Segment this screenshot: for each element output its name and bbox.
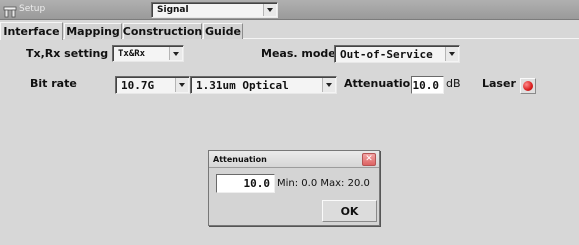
chevron-down-icon[interactable] xyxy=(445,47,458,61)
tool-icon xyxy=(3,3,17,18)
window-title: Setup xyxy=(19,4,46,14)
attenuation-input[interactable]: 10.0 xyxy=(411,76,444,94)
attenuation-unit: dB xyxy=(446,77,461,90)
optical-interface-value: 1.31um Optical xyxy=(196,78,289,92)
laser-label: Laser xyxy=(482,77,516,90)
attenuation-range-text: Min: 0.0 Max: 20.0 xyxy=(277,178,370,189)
chevron-down-icon[interactable] xyxy=(322,78,335,92)
meas-mode-value: Out-of-Service xyxy=(340,47,433,61)
tab-interface[interactable]: Interface xyxy=(0,22,63,40)
txrx-setting-label: Tx,Rx setting xyxy=(26,47,109,60)
laser-toggle[interactable] xyxy=(520,78,536,94)
tab-construction[interactable]: Construction xyxy=(123,23,202,39)
attenuation-dialog-input[interactable]: 10.0 xyxy=(216,174,275,193)
meas-mode-label: Meas. mode xyxy=(261,47,336,60)
view-selector-dropdown[interactable]: Signal xyxy=(151,2,278,18)
attenuation-dialog: Attenuation ✕ 10.0 Min: 0.0 Max: 20.0 OK xyxy=(208,150,380,226)
view-selector-value: Signal xyxy=(157,5,189,15)
chevron-down-icon[interactable] xyxy=(263,4,276,16)
dialog-title: Attenuation xyxy=(213,155,267,164)
tab-bar: Interface Mapping Construction Guide xyxy=(0,22,579,40)
meas-mode-dropdown[interactable]: Out-of-Service xyxy=(334,45,460,63)
led-indicator-icon xyxy=(523,81,533,91)
attenuation-label: Attenuation xyxy=(344,77,418,90)
dialog-title-bar: Attenuation ✕ xyxy=(209,151,379,168)
bit-rate-value: 10.7G xyxy=(121,78,155,92)
chevron-down-icon[interactable] xyxy=(169,47,182,60)
tab-guide[interactable]: Guide xyxy=(203,23,243,39)
bit-rate-dropdown[interactable]: 10.7G xyxy=(115,76,190,94)
title-bar: Setup Signal xyxy=(0,0,579,20)
chevron-down-icon[interactable] xyxy=(175,78,188,92)
txrx-setting-dropdown[interactable]: Tx&Rx xyxy=(112,45,184,62)
ok-button[interactable]: OK xyxy=(322,200,377,222)
bit-rate-label: Bit rate xyxy=(30,77,77,90)
tab-mapping[interactable]: Mapping xyxy=(64,23,122,39)
close-icon[interactable]: ✕ xyxy=(362,153,376,166)
txrx-setting-value: Tx&Rx xyxy=(118,48,146,59)
optical-interface-dropdown[interactable]: 1.31um Optical xyxy=(190,76,337,94)
